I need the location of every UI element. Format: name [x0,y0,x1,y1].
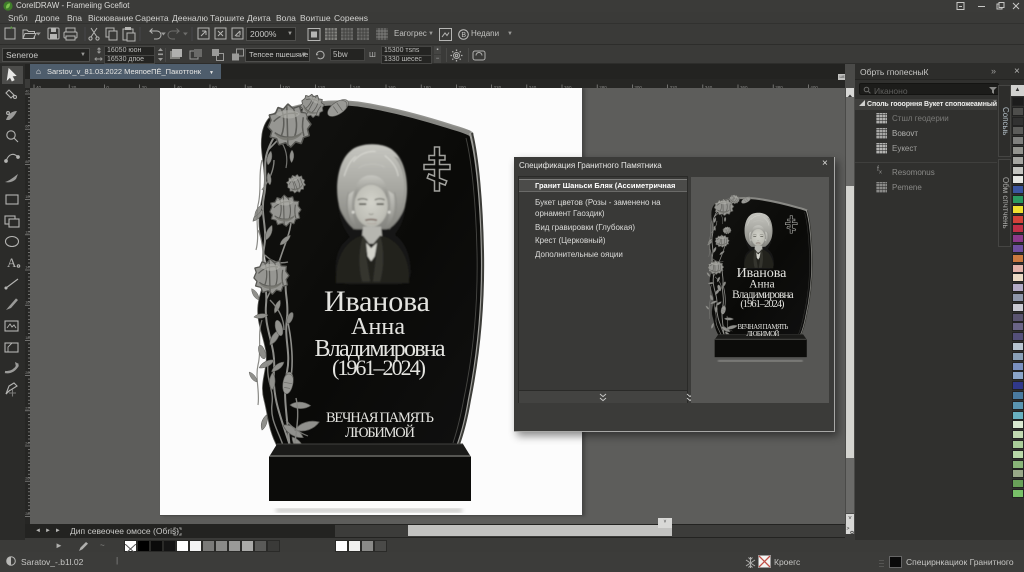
svg-text:60: 60 [25,125,29,129]
svg-text:40: 40 [25,90,29,94]
svg-text:A: A [7,255,17,270]
svg-text:B: B [461,32,466,39]
svg-text:80: 80 [25,160,29,164]
